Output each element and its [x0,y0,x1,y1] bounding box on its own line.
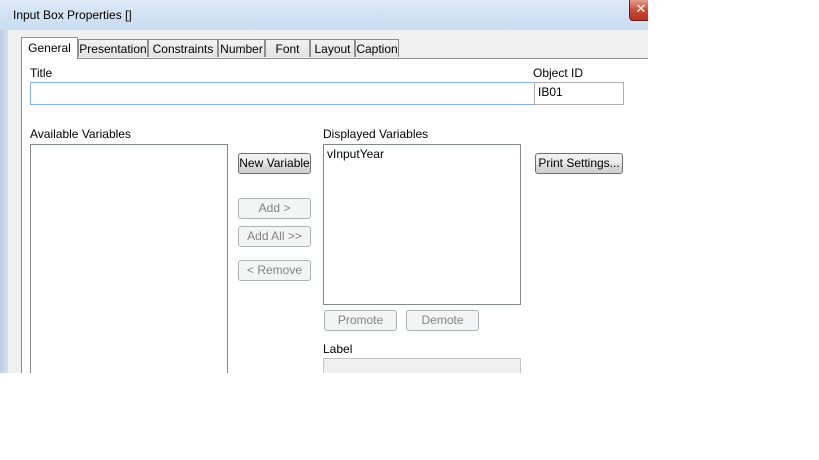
demote-button[interactable]: Demote [406,310,479,331]
add-button[interactable]: Add > [238,198,311,219]
tab-presentation[interactable]: Presentation [78,39,148,57]
displayed-variables-list[interactable]: vInputYear [323,144,521,305]
window-frame [0,30,8,373]
promote-button[interactable]: Promote [324,310,397,331]
tab-constraints[interactable]: Constraints [148,39,218,57]
add-all-button[interactable]: Add All >> [238,226,311,247]
tab-layout[interactable]: Layout [310,39,355,57]
tab-general[interactable]: General [21,37,78,59]
object-id-field[interactable]: IB01 [534,82,624,105]
object-id-label: Object ID [533,66,584,80]
title-input[interactable] [30,82,536,105]
title-bar[interactable]: Input Box Properties [] ✕ [0,0,648,30]
window-title: Input Box Properties [] [13,8,132,22]
label-field[interactable] [323,358,521,373]
displayed-variables-label: Displayed Variables [323,127,429,141]
print-settings-button[interactable]: Print Settings... [535,153,623,174]
tab-font[interactable]: Font [265,39,310,57]
input-box-properties-dialog: Input Box Properties [] ✕ General Presen… [0,0,648,373]
new-variable-button[interactable]: New Variable [238,153,311,174]
available-variables-label: Available Variables [30,127,131,141]
list-item[interactable]: vInputYear [324,145,520,163]
tab-number[interactable]: Number [218,39,265,57]
available-variables-list[interactable] [30,144,228,373]
title-label: Title [30,66,53,80]
dialog-client-area: General Presentation Constraints Number … [8,30,648,373]
remove-button[interactable]: < Remove [238,260,311,281]
tab-caption[interactable]: Caption [355,39,399,57]
close-icon[interactable]: ✕ [629,0,648,21]
label-label: Label [323,342,353,356]
